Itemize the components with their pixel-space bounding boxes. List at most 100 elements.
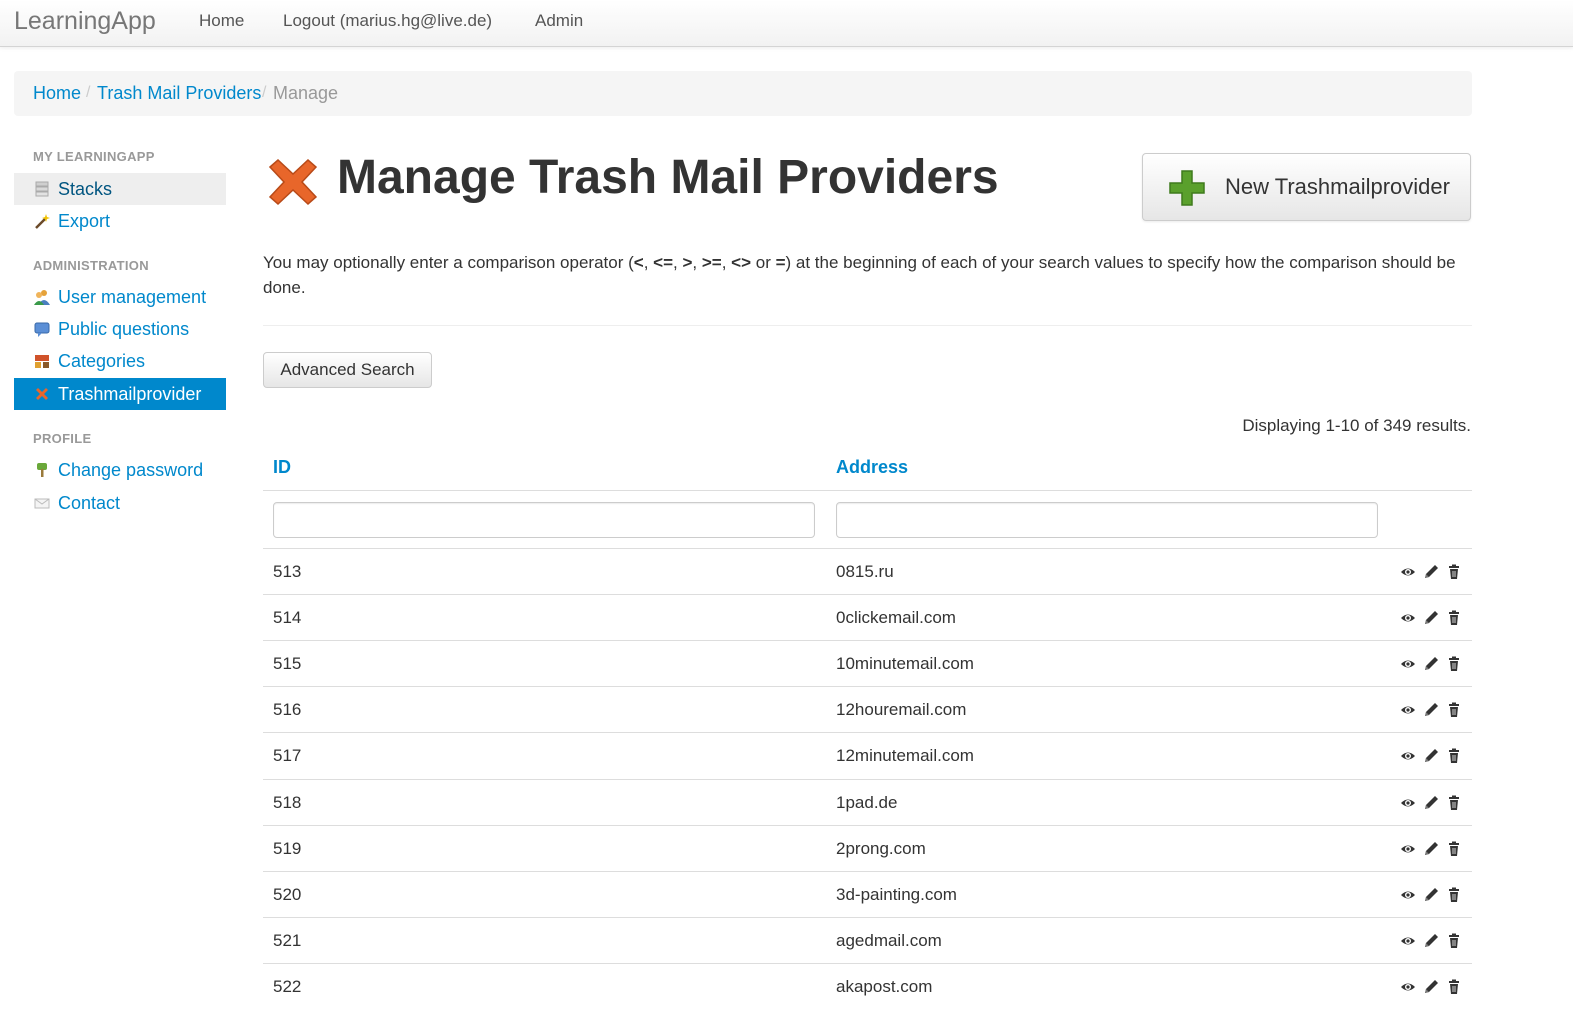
eye-icon[interactable] (1400, 887, 1416, 903)
sidebar-item-label: Export (58, 211, 111, 231)
eye-icon[interactable] (1400, 841, 1416, 857)
table-row: 515 10minutemail.com (263, 640, 1472, 687)
search-help-text: You may optionally enter a comparison op… (263, 253, 1456, 297)
sidebar-item-user-management[interactable]: User management (14, 281, 226, 313)
sidebar-item-export[interactable]: Export (14, 205, 226, 237)
envelope-icon (34, 498, 50, 509)
advanced-search-button[interactable]: Advanced Search (263, 352, 432, 388)
sidebar-item-label: Trashmailprovider (58, 384, 202, 404)
sidebar-item-label: Stacks (58, 179, 113, 199)
cell-address: agedmail.com (836, 930, 942, 950)
cross-icon (268, 158, 318, 206)
sidebar-item-trashmailprovider[interactable]: Trashmailprovider (14, 378, 226, 410)
trash-icon[interactable] (1446, 656, 1462, 672)
cross-icon (36, 388, 48, 400)
cell-id: 516 (273, 700, 302, 720)
cell-address: 3d-painting.com (836, 884, 957, 904)
cell-address: 12minutemail.com (836, 746, 974, 766)
table-row: 513 0815.ru (263, 548, 1472, 595)
breadcrumb-separator: / (86, 84, 91, 101)
sidebar-item-change-password[interactable]: Change password (14, 454, 226, 486)
sidebar-item-public-questions[interactable]: Public questions (14, 313, 226, 345)
trash-icon[interactable] (1446, 933, 1462, 949)
cell-id: 513 (273, 562, 302, 581)
trash-icon[interactable] (1446, 748, 1462, 764)
column-header-address[interactable]: Address (836, 457, 908, 478)
pencil-icon[interactable] (1423, 933, 1439, 949)
cell-id: 522 (273, 976, 302, 996)
trash-icon[interactable] (1446, 564, 1462, 580)
sidebar-item-label: Public questions (58, 319, 190, 339)
pencil-icon[interactable] (1423, 795, 1439, 811)
id-filter-input[interactable] (273, 502, 815, 538)
eye-icon[interactable] (1400, 933, 1416, 949)
cell-id: 521 (273, 930, 302, 950)
page-title: Manage Trash Mail Providers (337, 151, 999, 204)
sidebar-item-categories[interactable]: Categories (14, 345, 226, 377)
speech-bubble-icon (34, 322, 50, 337)
breadcrumb-current: Manage (273, 83, 339, 103)
new-button-label: New Trashmailprovider (1225, 174, 1450, 199)
sidebar-item-label: Change password (58, 460, 204, 480)
sidebar-item-stacks[interactable]: Stacks (14, 173, 226, 205)
plus-icon (1169, 170, 1205, 206)
cell-address: 12houremail.com (836, 700, 967, 720)
pencil-icon[interactable] (1423, 748, 1439, 764)
pencil-icon[interactable] (1423, 702, 1439, 718)
eye-icon[interactable] (1400, 795, 1416, 811)
nav-admin-link[interactable]: Admin (535, 11, 583, 31)
trash-icon[interactable] (1446, 841, 1462, 857)
breadcrumb-trash-mail-providers[interactable]: Trash Mail Providers (97, 83, 261, 104)
sidebar-item-label: User management (58, 287, 207, 307)
eye-icon[interactable] (1400, 564, 1416, 580)
divider (263, 325, 1472, 326)
eye-icon[interactable] (1400, 748, 1416, 764)
eye-icon[interactable] (1400, 702, 1416, 718)
header-divider (263, 490, 1472, 491)
breadcrumb-home[interactable]: Home (33, 83, 81, 104)
categories-icon (35, 355, 49, 368)
trash-icon[interactable] (1446, 887, 1462, 903)
pencil-icon[interactable] (1423, 979, 1439, 995)
new-trashmailprovider-button[interactable]: New Trashmailprovider (1142, 153, 1471, 221)
cell-address: 10minutemail.com (836, 654, 974, 674)
table-row: 516 12houremail.com (263, 686, 1472, 733)
eye-icon[interactable] (1400, 656, 1416, 672)
pencil-icon[interactable] (1423, 610, 1439, 626)
cell-id: 520 (273, 884, 302, 904)
stacks-icon (35, 181, 49, 197)
table-row: 519 2prong.com (263, 824, 1472, 872)
sidebar-item-contact[interactable]: Contact (14, 487, 226, 519)
cell-address: 0clickemail.com (836, 608, 956, 628)
results-summary: Displaying 1-10 of 349 results. (1242, 416, 1471, 435)
eye-icon[interactable] (1400, 979, 1416, 995)
cell-id: 515 (273, 654, 302, 674)
sidebar-header-my-learningapp: MY LEARNINGAPP (33, 149, 155, 164)
address-filter-input[interactable] (836, 502, 1378, 538)
cell-id: 519 (273, 838, 302, 858)
trash-icon[interactable] (1446, 610, 1462, 626)
pencil-icon[interactable] (1423, 887, 1439, 903)
nav-logout-link[interactable]: Logout (marius.hg@live.de) (283, 11, 492, 31)
nav-home-link[interactable]: Home (199, 11, 244, 31)
table-row: 517 12minutemail.com (263, 732, 1472, 779)
cell-address: 2prong.com (836, 838, 926, 858)
cell-address: akapost.com (836, 976, 933, 996)
table-row: 518 1pad.de (263, 778, 1472, 826)
breadcrumb-separator: / (262, 84, 267, 101)
trash-icon[interactable] (1446, 795, 1462, 811)
brand-logo[interactable]: LearningApp (14, 7, 156, 36)
pencil-icon[interactable] (1423, 564, 1439, 580)
wand-icon (35, 214, 50, 229)
pencil-icon[interactable] (1423, 841, 1439, 857)
column-header-id[interactable]: ID (273, 457, 291, 478)
eye-icon[interactable] (1400, 610, 1416, 626)
key-icon (37, 463, 47, 477)
trash-icon[interactable] (1446, 979, 1462, 995)
sidebar-item-label: Categories (58, 351, 146, 371)
pencil-icon[interactable] (1423, 656, 1439, 672)
trash-icon[interactable] (1446, 702, 1462, 718)
table-row: 522 akapost.com (263, 962, 1472, 1010)
table-row: 514 0clickemail.com (263, 594, 1472, 641)
cell-address: 0815.ru (836, 562, 894, 581)
